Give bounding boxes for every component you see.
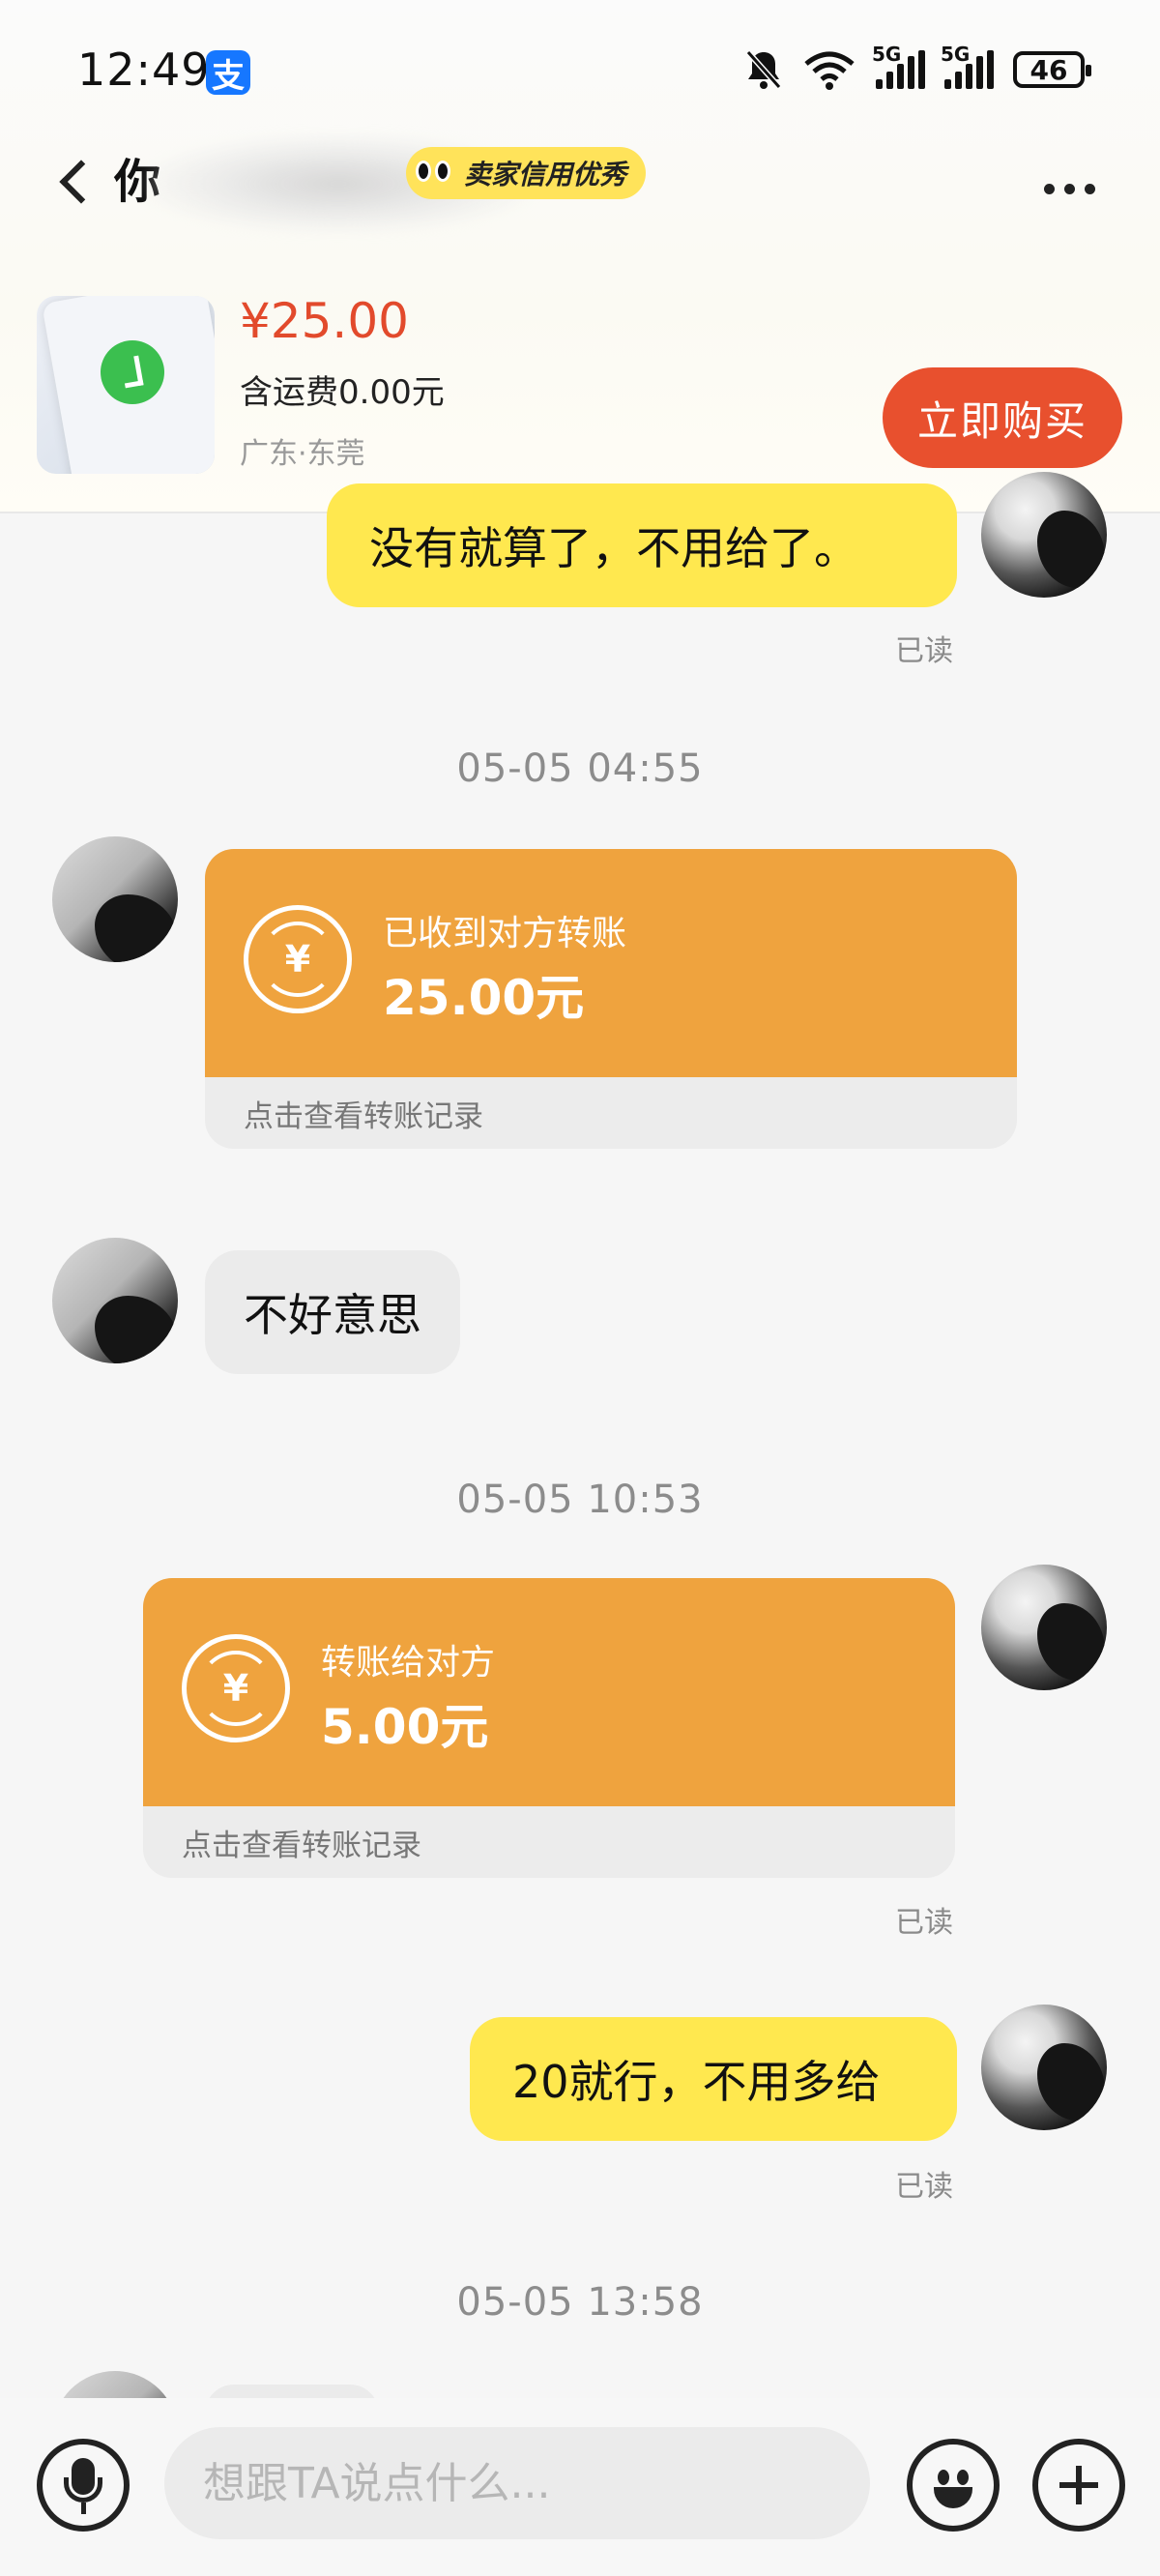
my-avatar[interactable]: [981, 1565, 1107, 1690]
transfer-title: 已收到对方转账: [383, 914, 627, 953]
emoji-icon[interactable]: [907, 2439, 1000, 2532]
product-location: 广东·东莞: [240, 437, 365, 471]
contact-avatar[interactable]: [52, 836, 178, 962]
transfer-amount: 5.00元: [321, 1699, 489, 1755]
transfer-title: 转账给对方: [321, 1643, 496, 1683]
credit-badge-label: 卖家信用优秀: [464, 159, 627, 190]
contact-message-bubble[interactable]: 不好意思: [205, 1250, 460, 1374]
message-input[interactable]: [164, 2427, 870, 2539]
message-text: 不好意思: [244, 1289, 421, 1341]
transfer-record-link[interactable]: 点击查看转账记录: [205, 1077, 1017, 1149]
plus-icon[interactable]: [1032, 2439, 1125, 2532]
signal-1-label: 5G: [872, 43, 902, 66]
transfer-record-link[interactable]: 点击查看转账记录: [143, 1806, 955, 1878]
signal-2-label: 5G: [941, 43, 971, 66]
yen-transfer-icon: ¥: [182, 1634, 290, 1742]
signal-5g-icon-2: 5G: [941, 43, 994, 89]
check-circle-icon: [101, 340, 164, 404]
message-text: 没有就算了，不用给了。: [369, 522, 858, 574]
eyes-icon: [416, 159, 456, 188]
status-time: 12:49: [77, 44, 211, 96]
my-avatar[interactable]: [981, 2005, 1107, 2130]
timestamp-separator: 05-05 04:55: [456, 746, 704, 791]
microphone-icon[interactable]: [37, 2439, 130, 2532]
more-dots-icon[interactable]: [1044, 174, 1112, 203]
product-price: ¥25.00: [240, 293, 409, 349]
timestamp-separator: 05-05 13:58: [456, 2280, 704, 2325]
message-text: 20就行，不用多给: [512, 2056, 881, 2108]
signal-5g-icon-1: 5G: [872, 43, 925, 89]
battery-icon: 46: [1013, 51, 1091, 88]
alipay-app-icon: 支: [206, 50, 250, 96]
transfer-card-received[interactable]: ¥ 已收到对方转账 25.00元 点击查看转账记录: [205, 849, 1017, 1149]
transfer-card-sent[interactable]: ¥ 转账给对方 5.00元 点击查看转账记录: [143, 1578, 955, 1878]
battery-level: 46: [1030, 53, 1068, 86]
seller-credit-badge[interactable]: 卖家信用优秀: [406, 147, 647, 199]
yen-transfer-icon: ¥: [244, 905, 352, 1013]
my-message-bubble[interactable]: 没有就算了，不用给了。: [327, 483, 957, 607]
transfer-amount: 25.00元: [383, 970, 585, 1026]
product-shipping: 含运费0.00元: [240, 373, 445, 412]
chevron-left-icon: [59, 160, 103, 204]
read-status: 已读: [895, 2170, 953, 2204]
wifi-icon: [804, 51, 855, 90]
read-status: 已读: [895, 634, 953, 668]
my-message-bubble[interactable]: 20就行，不用多给: [470, 2017, 957, 2141]
mute-bell-icon: [745, 50, 782, 89]
timestamp-separator: 05-05 10:53: [456, 1478, 704, 1522]
contact-avatar[interactable]: [52, 1238, 178, 1363]
buy-now-button[interactable]: 立即购买: [883, 367, 1122, 468]
my-avatar[interactable]: [981, 472, 1107, 598]
back-button[interactable]: [52, 153, 103, 211]
status-icons: 5G 5G 46: [744, 43, 1091, 97]
product-thumbnail[interactable]: [37, 296, 215, 474]
read-status: 已读: [895, 1906, 953, 1940]
